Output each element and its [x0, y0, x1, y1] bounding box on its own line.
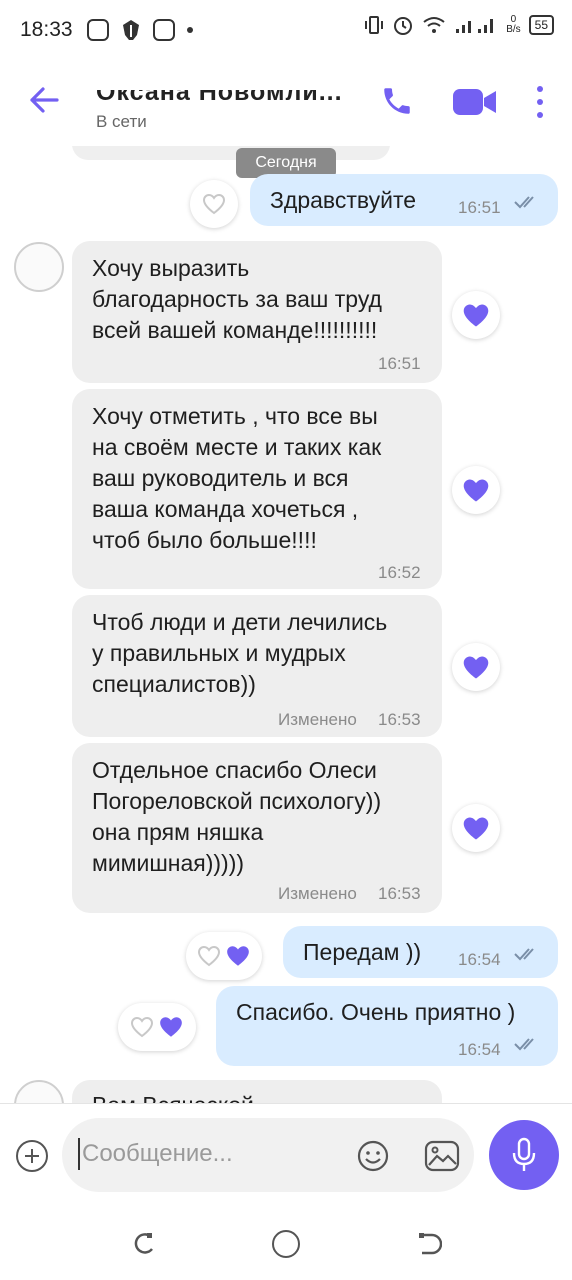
- message-text: Передам )): [303, 939, 422, 965]
- heart-icon: [463, 478, 489, 502]
- reaction-button[interactable]: [452, 643, 500, 691]
- message-text: Спасибо. Очень приятно ): [236, 999, 516, 1025]
- heart-icon: [160, 1017, 182, 1037]
- chat-header: Оксана Новомли... В сети: [0, 60, 572, 146]
- more-options-button[interactable]: [528, 82, 552, 122]
- heart-icon: [463, 303, 489, 327]
- phone-icon: [384, 88, 410, 114]
- status-system-icons: 0 B/s 55: [364, 14, 554, 36]
- text-cursor: [78, 1138, 80, 1170]
- message-time: 16:51: [378, 354, 421, 373]
- contact-name[interactable]: Оксана Новомли...: [96, 90, 343, 107]
- video-camera-icon: [453, 89, 496, 115]
- voice-message-button[interactable]: [489, 1120, 559, 1190]
- message-time: 16:53: [378, 884, 421, 903]
- heart-outline-icon: [197, 945, 221, 967]
- home-circle-icon[interactable]: [272, 1230, 300, 1258]
- arrow-left-icon: [30, 87, 59, 113]
- message-text: Чтоб люди и дети лечились у правильных и…: [92, 609, 388, 697]
- previous-message-bubble: [72, 146, 390, 160]
- message-bubble-incoming[interactable]: Хочу выразить благодарность за ваш труд …: [72, 241, 442, 383]
- status-notification-icons: [86, 19, 193, 41]
- message-input-placeholder: Сообщение...: [82, 1140, 233, 1167]
- message-time: 16:51: [458, 198, 501, 217]
- heart-icon: [463, 655, 489, 679]
- helmet-icon: [122, 20, 139, 40]
- message-time: 16:54: [458, 1040, 501, 1059]
- plus-circle-icon: [25, 1149, 39, 1163]
- signal-icon: [456, 19, 494, 33]
- instagram-icon: [86, 19, 109, 41]
- edited-label: Изменено: [278, 710, 357, 729]
- microphone-icon: [512, 1137, 536, 1171]
- alarm-icon: [394, 17, 413, 35]
- net-speed: 0 B/s: [506, 14, 521, 35]
- attach-button[interactable]: [16, 1140, 48, 1172]
- more-vertical-icon: [537, 85, 543, 92]
- message-text: Вам Всяческой...: [92, 1090, 273, 1103]
- message-bubble-incoming[interactable]: Чтоб люди и дети лечились у правильных и…: [72, 595, 442, 737]
- avatar[interactable]: [14, 1080, 64, 1103]
- smiley-icon[interactable]: [356, 1139, 390, 1173]
- composer-bar: Сообщение...: [0, 1103, 572, 1203]
- nav-back-icon[interactable]: [416, 1231, 442, 1257]
- read-ticks-icon: [514, 1038, 534, 1051]
- contact-status: В сети: [96, 112, 147, 131]
- status-bar: 18:33 0 B/s 55: [0, 0, 572, 60]
- avatar[interactable]: [14, 242, 64, 292]
- edited-label: Изменено: [278, 884, 357, 903]
- message-input[interactable]: Сообщение...: [62, 1118, 474, 1192]
- message-list[interactable]: Сегодня Здравствуйте 16:51 Хочу выразить…: [0, 146, 572, 1103]
- reaction-button[interactable]: [452, 466, 500, 514]
- reaction-button[interactable]: [118, 1003, 196, 1051]
- battery-indicator: 55: [528, 15, 554, 35]
- heart-outline-icon: [130, 1016, 154, 1038]
- more-notifications-dot: [186, 27, 193, 33]
- heart-icon: [463, 816, 489, 840]
- read-ticks-icon: [514, 948, 534, 961]
- message-text: Хочу выразить благодарность за ваш труд …: [92, 255, 382, 343]
- reaction-button[interactable]: [190, 180, 238, 228]
- back-button[interactable]: [26, 82, 62, 118]
- call-button[interactable]: [380, 84, 416, 120]
- image-icon[interactable]: [424, 1139, 460, 1173]
- heart-icon: [227, 946, 249, 966]
- status-time: 18:33: [20, 18, 73, 41]
- recent-apps-icon[interactable]: [130, 1231, 156, 1257]
- video-call-button[interactable]: [452, 86, 498, 118]
- reaction-button[interactable]: [186, 932, 262, 980]
- message-time: 16:52: [378, 563, 421, 582]
- instagram-icon: [152, 19, 175, 41]
- reaction-button[interactable]: [452, 804, 500, 852]
- message-bubble-incoming[interactable]: Отдельное спасибо Олеси Погореловской пс…: [72, 743, 442, 913]
- message-bubble-incoming[interactable]: Вам Всяческой...: [72, 1080, 442, 1103]
- message-time: 16:53: [378, 710, 421, 729]
- reaction-button[interactable]: [452, 291, 500, 339]
- message-text: Здравствуйте: [270, 187, 417, 213]
- read-ticks-icon: [514, 196, 534, 209]
- message-bubble-incoming[interactable]: Хочу отметить , что все вы на своём мест…: [72, 389, 442, 589]
- message-bubble-outgoing[interactable]: Спасибо. Очень приятно ) 16:54: [216, 986, 558, 1066]
- message-text: Отдельное спасибо Олеси Погореловской пс…: [92, 757, 382, 876]
- vibrate-icon: [365, 16, 384, 34]
- message-time: 16:54: [458, 950, 501, 969]
- wifi-icon: [423, 17, 445, 33]
- message-bubble-outgoing[interactable]: Здравствуйте 16:51: [250, 174, 558, 226]
- message-text: Хочу отметить , что все вы на своём мест…: [92, 403, 382, 553]
- message-bubble-outgoing[interactable]: Передам )) 16:54: [283, 926, 558, 978]
- heart-outline-icon: [202, 193, 226, 215]
- system-nav-bar: [0, 1203, 572, 1280]
